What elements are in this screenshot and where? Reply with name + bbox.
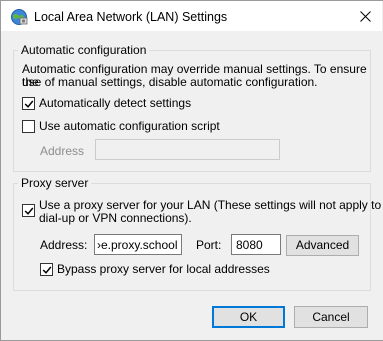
use-proxy-checkbox[interactable]: [22, 204, 35, 217]
proxy-port-input[interactable]: 8080: [231, 234, 281, 255]
advanced-button[interactable]: Advanced: [286, 235, 359, 256]
network-settings-icon: [10, 8, 28, 26]
checkmark-icon: [42, 266, 52, 274]
auto-detect-label[interactable]: Automatically detect settings: [39, 97, 191, 110]
bypass-local-checkbox[interactable]: [40, 263, 53, 276]
checkmark-icon: [24, 207, 34, 215]
close-icon: [359, 11, 371, 22]
cancel-button[interactable]: Cancel: [294, 306, 368, 328]
window-title: Local Area Network (LAN) Settings: [34, 10, 228, 24]
use-auto-config-script-label[interactable]: Use automatic configuration script: [39, 120, 220, 133]
auto-config-description-line2: use of manual settings, disable automati…: [22, 75, 318, 89]
proxy-address-label: Address:: [40, 238, 88, 252]
proxy-server-legend: Proxy server: [18, 176, 92, 190]
auto-detect-checkbox[interactable]: [22, 97, 35, 110]
script-address-input[interactable]: [95, 139, 280, 160]
ok-button[interactable]: OK: [212, 306, 285, 328]
script-address-label: Address: [40, 144, 85, 158]
bypass-local-label[interactable]: Bypass proxy server for local addresses: [57, 263, 270, 276]
checkmark-icon: [24, 100, 34, 108]
automatic-configuration-legend: Automatic configuration: [18, 43, 150, 57]
proxy-port-label: Port:: [196, 238, 222, 252]
proxy-address-input[interactable]: ›e.proxy.school: [94, 234, 182, 255]
title-bar[interactable]: Local Area Network (LAN) Settings: [1, 1, 382, 31]
use-auto-config-script-checkbox[interactable]: [22, 120, 35, 133]
use-proxy-label-line2[interactable]: dial-up or VPN connections).: [39, 212, 192, 225]
close-button[interactable]: [347, 2, 383, 32]
